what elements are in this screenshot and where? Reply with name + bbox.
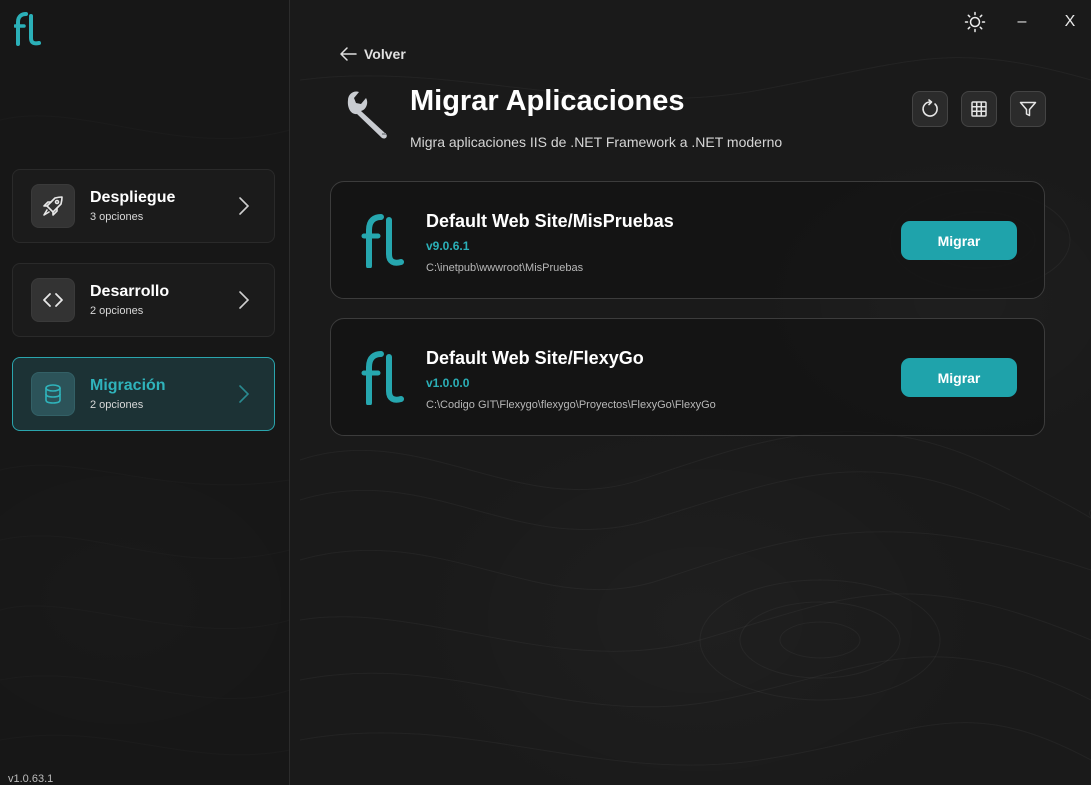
theme-toggle-button[interactable] [962,8,988,36]
page-subtitle: Migra aplicaciones IIS de .NET Framework… [410,134,783,150]
app-version-label: v1.0.0.0 [426,376,470,390]
chevron-right-icon [239,385,250,403]
minimize-button[interactable]: – [1012,8,1032,36]
page-title: Migrar Aplicaciones [410,85,685,117]
sidebar-item-despliegue[interactable]: Despliegue 3 opciones [12,169,275,243]
app-card: Default Web Site/MisPruebas v9.0.6.1 C:\… [330,181,1045,299]
sidebar-item-title: Desarrollo [90,283,170,300]
app-version-label: v9.0.6.1 [426,239,470,253]
grid-view-button[interactable] [961,91,997,127]
refresh-button[interactable] [912,91,948,127]
flexygo-logo-icon [361,214,404,268]
nav-icon-container [31,184,75,228]
arrow-left-icon [340,47,357,61]
sidebar-item-subtitle: 2 opciones [90,305,144,317]
sidebar-item-desarrollo[interactable]: Desarrollo 2 opciones [12,263,275,337]
sun-icon [964,11,986,33]
nav-icon-container [31,278,75,322]
chevron-right-icon [239,197,250,215]
sidebar-item-title: Despliegue [90,189,176,206]
back-label: Volver [364,46,406,62]
back-button[interactable]: Volver [338,46,406,62]
app-path: C:\inetpub\wwwroot\MisPruebas [426,262,584,274]
filter-button[interactable] [1010,91,1046,127]
app-version: v1.0.63.1 [8,773,54,785]
sidebar-item-migracion[interactable]: Migración 2 opciones [12,357,275,431]
grid-icon [971,101,987,117]
filter-icon [1019,101,1037,117]
app-card: Default Web Site/FlexyGo v1.0.0.0 C:\Cod… [330,318,1045,436]
sidebar-item-subtitle: 2 opciones [90,399,144,411]
app-name: Default Web Site/MisPruebas [426,211,674,231]
app-logo-icon [14,12,41,46]
close-button[interactable]: X [1058,8,1082,36]
sidebar-item-subtitle: 3 opciones [90,211,144,223]
code-icon [43,293,63,307]
app-path: C:\Codigo GIT\Flexygo\flexygo\Proyectos\… [426,399,716,411]
nav-icon-container [31,372,75,416]
refresh-icon [922,99,938,117]
migrate-button[interactable]: Migrar [901,358,1017,397]
flexygo-logo-icon [361,351,404,405]
sidebar: Despliegue 3 opciones Desarrollo 2 opcio… [0,0,290,785]
migrate-button[interactable]: Migrar [901,221,1017,260]
sidebar-item-title: Migración [90,377,166,394]
app-name: Default Web Site/FlexyGo [426,348,644,368]
rocket-icon [43,196,63,216]
database-icon [45,384,61,404]
wrench-icon [347,91,387,139]
chevron-right-icon [239,291,250,309]
